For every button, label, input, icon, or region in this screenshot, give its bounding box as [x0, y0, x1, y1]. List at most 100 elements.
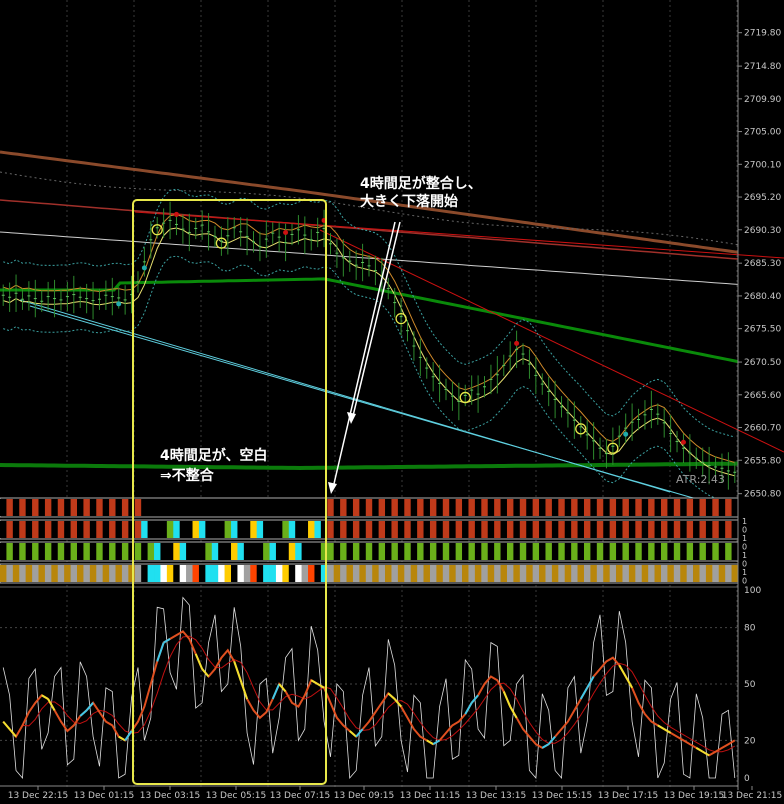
strip-cell: [51, 499, 59, 516]
strip-cell: [295, 543, 302, 560]
strip-cell: [391, 499, 399, 516]
strip-cell: [609, 499, 617, 516]
strip-cell: [211, 543, 219, 560]
strip-cell: [397, 521, 405, 538]
strip-cell: [301, 499, 309, 516]
strip-cell: [641, 565, 649, 582]
strip-cell: [346, 499, 354, 516]
strip-cell: [141, 543, 148, 560]
strip-cell: [96, 565, 103, 582]
strip-cell: [532, 499, 540, 516]
strip-cell: [83, 521, 91, 538]
strip-cell: [51, 521, 59, 538]
strip-cell: [19, 521, 26, 538]
strip-cell: [616, 565, 623, 582]
strip-cell: [648, 543, 655, 560]
strip-cell: [718, 565, 726, 582]
strip-cell: [391, 565, 399, 582]
strip-cell: [731, 499, 739, 516]
strip-cell: [436, 565, 444, 582]
strip-cell: [616, 521, 623, 538]
strip-cell: [474, 565, 482, 582]
strip-cell: [622, 543, 630, 560]
strip-cell: [654, 565, 662, 582]
strip-cell: [372, 499, 379, 516]
strip-cell: [192, 521, 200, 538]
strip-cell: [481, 499, 489, 516]
strip-cell: [641, 499, 649, 516]
strip-cell: [0, 543, 7, 560]
strip-cell: [12, 565, 20, 582]
strip-cell: [385, 543, 392, 560]
strip-cell: [712, 499, 720, 516]
strip-cell: [705, 499, 713, 516]
strip-cell: [577, 521, 585, 538]
strip-cell: [680, 565, 687, 582]
strip-row-label: 0: [742, 577, 747, 586]
strip-cell: [583, 499, 591, 516]
strip-cell: [295, 499, 302, 516]
strip-cell: [442, 543, 450, 560]
strip-cell: [628, 565, 636, 582]
strip-cell: [699, 521, 707, 538]
strip-cell: [333, 543, 341, 560]
strip-cell: [712, 565, 720, 582]
chart-background: [0, 0, 784, 804]
strip-cell: [551, 543, 559, 560]
strip-cell: [391, 521, 399, 538]
stoch-tick-label: 100: [744, 586, 761, 596]
strip-cell: [224, 543, 232, 560]
strip-cell: [205, 565, 213, 582]
strip-cell: [308, 521, 315, 538]
signal-dot: [173, 211, 179, 217]
strip-cell: [147, 543, 155, 560]
strip-cell: [519, 543, 527, 560]
price-tick-label: 2709.90: [744, 95, 781, 105]
strip-cell: [449, 543, 456, 560]
strip-cell: [134, 499, 142, 516]
strip-cell: [628, 543, 636, 560]
strip-cell: [564, 499, 572, 516]
strip-cell: [333, 499, 341, 516]
strip-cell: [32, 521, 39, 538]
stoch-tick-label: 20: [744, 736, 756, 746]
strip-cell: [404, 543, 412, 560]
strip-cell: [705, 543, 713, 560]
strip-cell: [77, 543, 84, 560]
strip-cell: [89, 565, 97, 582]
strip-cell: [500, 521, 508, 538]
strip-cell: [186, 521, 193, 538]
strip-cell: [365, 543, 373, 560]
strip-cell: [211, 565, 219, 582]
strip-cell: [44, 521, 52, 538]
strip-cell: [500, 565, 508, 582]
strip-cell: [314, 565, 322, 582]
strip-cell: [506, 565, 514, 582]
strip-cell: [429, 521, 437, 538]
strip-cell: [6, 499, 14, 516]
strip-cell: [532, 521, 540, 538]
strip-cell: [487, 521, 495, 538]
x-tick-label: 13 Dec 03:15: [140, 791, 201, 801]
strip-cell: [731, 543, 739, 560]
strip-cell: [673, 543, 681, 560]
x-tick-label: 13 Dec 22:15: [8, 791, 69, 801]
strip-cell: [718, 499, 726, 516]
strip-cell: [38, 543, 46, 560]
price-tick-label: 2660.70: [744, 424, 781, 434]
strip-cell: [64, 543, 71, 560]
strip-cell: [198, 565, 206, 582]
strip-cell: [295, 565, 302, 582]
strip-cell: [712, 543, 720, 560]
strip-cell: [378, 499, 386, 516]
strip-cell: [725, 543, 732, 560]
signal-dot: [680, 439, 686, 445]
strip-cell: [474, 543, 482, 560]
strip-cell: [654, 521, 662, 538]
strip-cell: [121, 499, 129, 516]
strip-cell: [564, 543, 572, 560]
strip-cell: [243, 521, 251, 538]
strip-cell: [224, 499, 232, 516]
strip-cell: [218, 499, 225, 516]
price-tick-label: 2650.80: [744, 490, 781, 500]
